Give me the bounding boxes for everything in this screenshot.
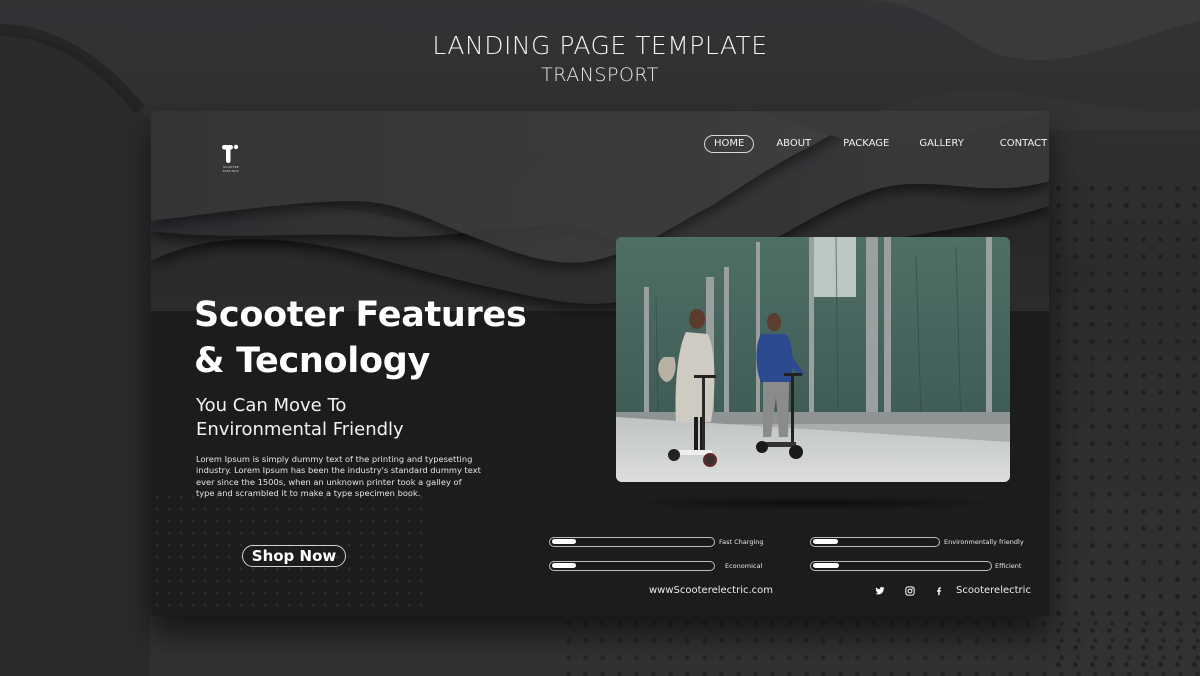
facebook-link[interactable] bbox=[934, 584, 944, 598]
progress-fill bbox=[813, 539, 838, 545]
heading-subtitle: TRANSPORT bbox=[541, 64, 659, 86]
twitter-link[interactable] bbox=[875, 584, 885, 598]
feature-environmentally-friendly: Environmentally friendly bbox=[810, 536, 1024, 548]
nav-about[interactable]: ABOUT bbox=[766, 135, 821, 153]
feature-label: Economical bbox=[725, 562, 763, 570]
feature-fast-charging: Fast Charging bbox=[549, 536, 764, 548]
feature-efficient: Efficient bbox=[810, 560, 1021, 572]
heading-title: LANDING PAGE TEMPLATE bbox=[432, 31, 768, 60]
instagram-icon bbox=[905, 586, 915, 596]
nav-home[interactable]: HOME bbox=[704, 135, 755, 153]
feature-label: Environmentally friendly bbox=[944, 538, 1024, 546]
facebook-icon bbox=[937, 587, 942, 596]
photo-shadow bbox=[621, 496, 1005, 510]
twitter-icon bbox=[875, 587, 885, 595]
progress-fill bbox=[552, 563, 576, 569]
nav-gallery[interactable]: GALLERY bbox=[909, 135, 973, 153]
progress-track bbox=[549, 561, 715, 571]
hero-title: Scooter Features & Tecnology bbox=[194, 292, 554, 384]
page-heading: LANDING PAGE TEMPLATE TRANSPORT bbox=[0, 30, 1200, 88]
hero-title-line1: Scooter Features bbox=[194, 295, 527, 335]
shop-now-button[interactable]: Shop Now bbox=[242, 545, 346, 567]
hero-subtitle: You Can Move To Environmental Friendly bbox=[196, 394, 526, 442]
landing-card: SCOOTER ELECTRIC HOME ABOUT PACKAGE GALL… bbox=[151, 111, 1049, 616]
nav-contact[interactable]: CONTACT bbox=[990, 135, 1049, 153]
t-letter-logo-icon bbox=[222, 144, 239, 163]
hero-image bbox=[616, 237, 1010, 482]
social-handle: Scooterelectric bbox=[956, 585, 1031, 596]
instagram-link[interactable] bbox=[905, 584, 915, 598]
nav-package[interactable]: PACKAGE bbox=[833, 135, 899, 153]
feature-label: Fast Charging bbox=[719, 538, 764, 546]
progress-track bbox=[549, 537, 715, 547]
progress-fill bbox=[552, 539, 576, 545]
feature-label: Efficient bbox=[995, 562, 1022, 570]
hero-subtitle-line2: Environmental Friendly bbox=[196, 419, 404, 440]
decorative-dots bbox=[1050, 180, 1200, 676]
hero-subtitle-line1: You Can Move To bbox=[196, 395, 347, 416]
scooter-riders-illustration bbox=[616, 237, 1010, 482]
progress-fill bbox=[813, 563, 839, 569]
logo-tagline: SCOOTER ELECTRIC bbox=[222, 165, 240, 173]
brand-logo[interactable]: SCOOTER ELECTRIC bbox=[221, 143, 241, 175]
feature-economical: Economical bbox=[549, 560, 762, 572]
decorative-dots bbox=[560, 615, 1200, 676]
progress-track bbox=[810, 561, 992, 571]
progress-track bbox=[810, 537, 940, 547]
website-link[interactable]: wwwScooterelectric.com bbox=[649, 584, 773, 598]
hero-title-line2: & Tecnology bbox=[194, 341, 430, 381]
main-nav: HOME ABOUT PACKAGE GALLERY CONTACT bbox=[704, 135, 1049, 153]
hero-description: Lorem Ipsum is simply dummy text of the … bbox=[196, 454, 481, 498]
